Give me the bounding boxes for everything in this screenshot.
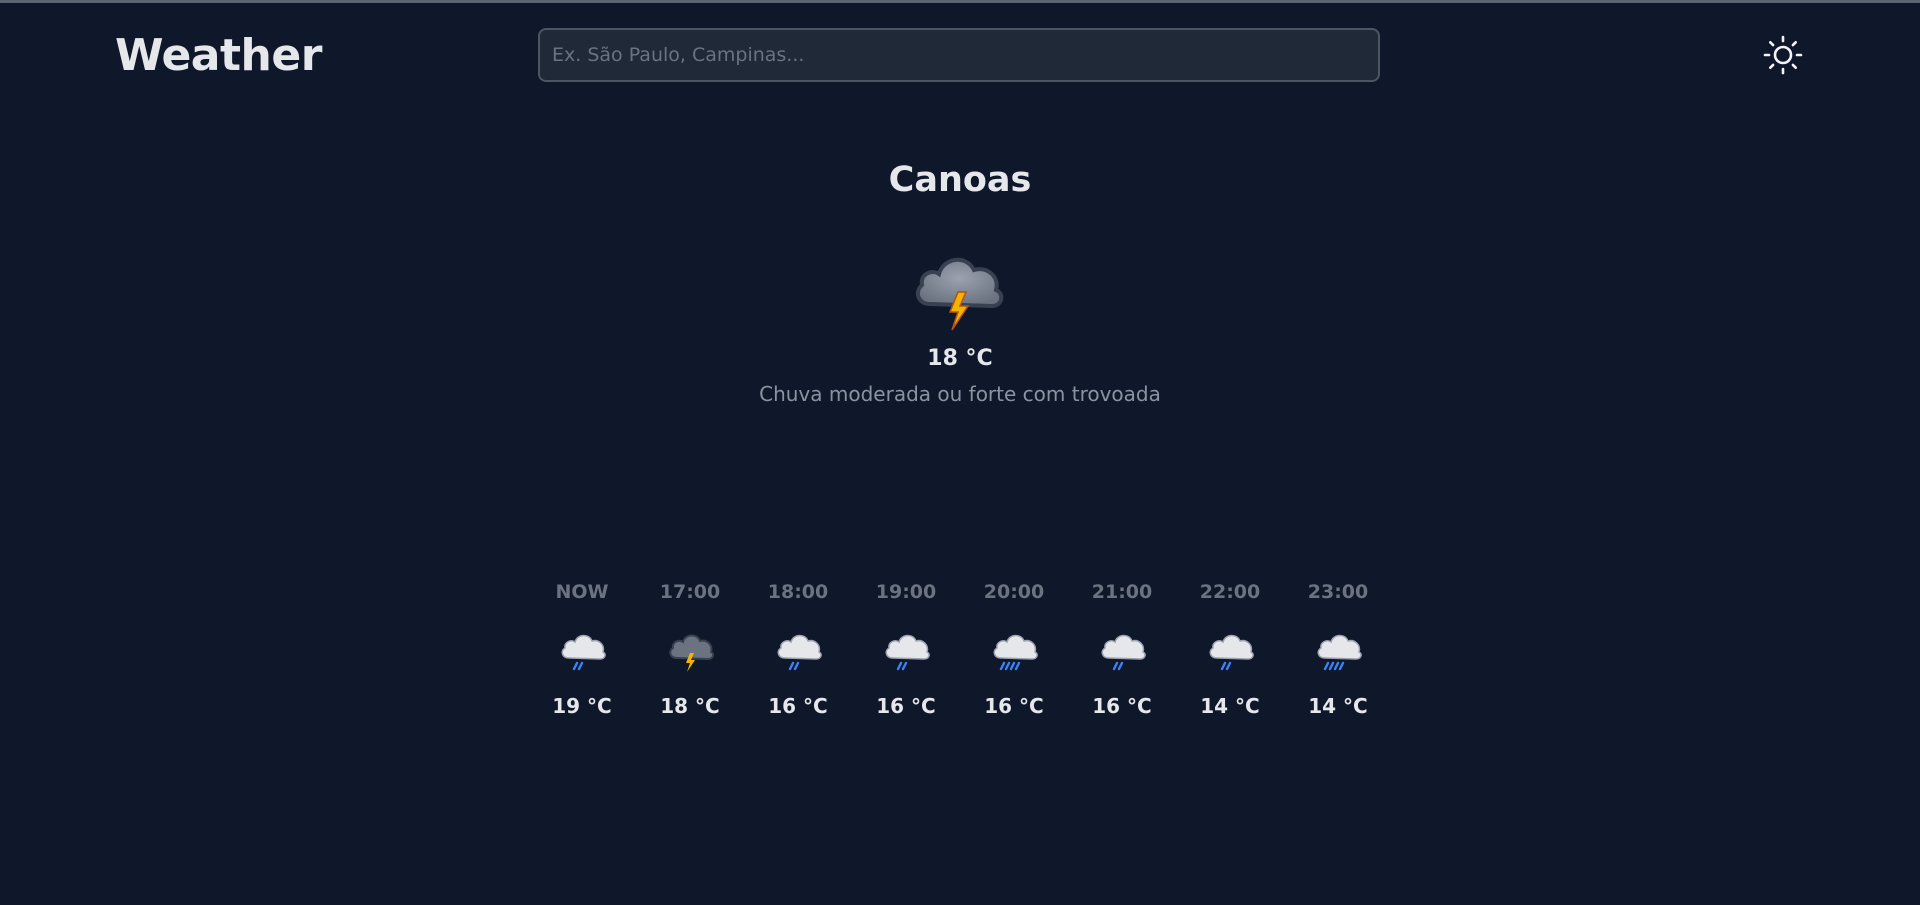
cloud-light-rain-icon (561, 634, 606, 671)
hourly-forecast: NOW 19 °C 17:00 18 °C 18:00 16 °C 19:00 (528, 578, 1392, 738)
forecast-time: 23:00 (1307, 581, 1369, 603)
forecast-item: 23:00 14 °C (1284, 578, 1392, 738)
app-title: Weather (115, 30, 322, 81)
cloud-light-rain-icon (1101, 634, 1146, 671)
forecast-temperature: 18 °C (660, 694, 720, 718)
forecast-time: 20:00 (983, 581, 1045, 603)
cloud-light-rain-icon (777, 634, 822, 671)
forecast-item: 21:00 16 °C (1068, 578, 1176, 738)
forecast-temperature: 19 °C (552, 694, 612, 718)
forecast-time: 22:00 (1199, 581, 1261, 603)
current-temperature: 18 °C (927, 346, 993, 371)
search-input[interactable] (538, 28, 1380, 82)
sun-icon (1763, 35, 1803, 75)
forecast-temperature: 16 °C (984, 694, 1044, 718)
forecast-temperature: 16 °C (768, 694, 828, 718)
forecast-item: 20:00 16 °C (960, 578, 1068, 738)
forecast-temperature: 14 °C (1308, 694, 1368, 718)
forecast-time: 19:00 (875, 581, 937, 603)
current-weather-icon (908, 238, 1012, 342)
forecast-item: 22:00 14 °C (1176, 578, 1284, 738)
storm-cloud-lightning-icon (669, 634, 715, 672)
header: Weather (0, 0, 1920, 110)
city-name: Canoas (888, 160, 1032, 200)
forecast-time: 17:00 (659, 581, 721, 603)
forecast-item: NOW 19 °C (528, 578, 636, 738)
forecast-time: 18:00 (767, 581, 829, 603)
theme-toggle-button[interactable] (1762, 34, 1804, 76)
cloud-light-rain-icon (885, 634, 930, 671)
forecast-item: 18:00 16 °C (744, 578, 852, 738)
forecast-temperature: 14 °C (1200, 694, 1260, 718)
current-description: Chuva moderada ou forte com trovoada (759, 382, 1161, 406)
forecast-item: 17:00 18 °C (636, 578, 744, 738)
storm-cloud-lightning-icon (915, 258, 1004, 331)
cloud-heavy-rain-icon (993, 634, 1038, 671)
forecast-item: 19:00 16 °C (852, 578, 960, 738)
forecast-time: 21:00 (1091, 581, 1153, 603)
forecast-temperature: 16 °C (1092, 694, 1152, 718)
forecast-time: NOW (555, 581, 609, 603)
cloud-light-rain-icon (1209, 634, 1254, 671)
forecast-temperature: 16 °C (876, 694, 936, 718)
cloud-heavy-rain-icon (1317, 634, 1362, 671)
